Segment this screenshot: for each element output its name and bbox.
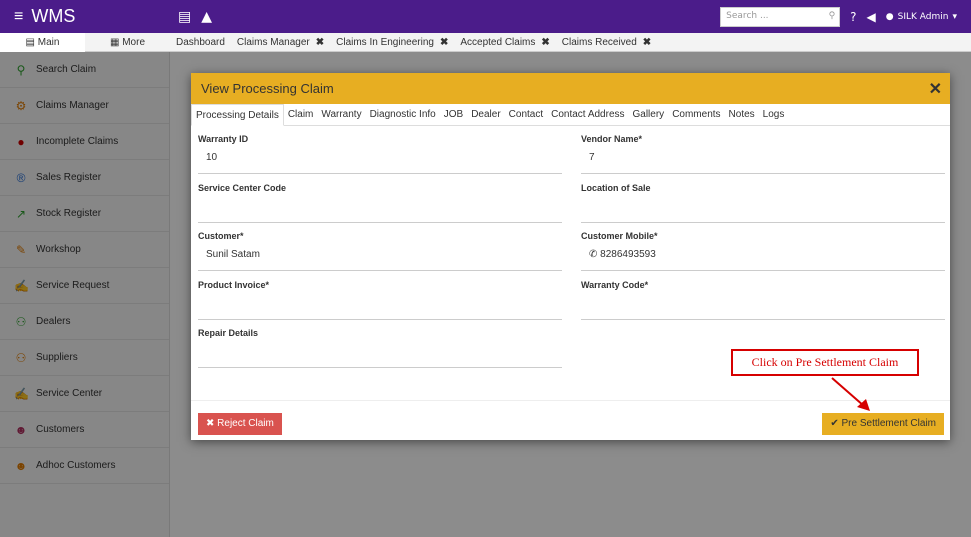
warranty-code-field: Warranty Code* [581,280,945,320]
modal-tabs: Processing Details Claim Warranty Diagno… [191,103,950,126]
field-label: Vendor Name* [581,134,643,144]
caret-down-icon: ▾ [952,11,957,22]
tab-dashboard[interactable]: Dashboard [170,37,231,48]
close-icon[interactable]: ✕ [929,79,942,99]
annotation-arrow [831,377,870,411]
tab-claim[interactable]: Claim [284,104,318,126]
warranty-id-input[interactable]: 10 [198,152,562,174]
field-label: Product Invoice* [198,280,270,290]
annotation-callout: Click on Pre Settlement Claim [731,349,919,376]
close-icon[interactable]: ✖ [316,37,324,48]
customer-input[interactable]: Sunil Satam [198,249,562,271]
repair-details-field: Repair Details [198,328,562,368]
brand-title: WMS [31,6,76,26]
customer-field: Customer* Sunil Satam [198,231,562,271]
phone-icon: ✆ [589,249,601,260]
top-navbar: ≡ WMS ▤ ▲ Search ... ⚲ ? ◀ ● SILK Admin … [0,0,971,33]
field-label: Repair Details [198,328,259,338]
help-icon[interactable]: ? [850,10,856,24]
vendor-name-field: Vendor Name* 7 [581,134,945,174]
close-icon[interactable]: ✖ [643,37,651,48]
field-label: Service Center Code [198,183,287,193]
search-icon[interactable]: ⚲ [829,11,836,21]
announcement-icon[interactable]: ◀ [867,10,876,24]
tab-comments[interactable]: Comments [668,104,724,126]
customer-mobile-field: Customer Mobile* ✆ 8286493593 [581,231,945,271]
user-name: SILK Admin [897,11,949,22]
repair-details-input[interactable] [198,346,562,368]
menu-icon[interactable]: ≡ [14,8,23,26]
service-center-code-field: Service Center Code [198,183,562,223]
warning-icon[interactable]: ▲ [201,9,212,25]
field-label: Customer* [198,231,244,241]
modal-title: View Processing Claim [201,81,334,96]
user-menu[interactable]: ● SILK Admin ▾ [886,12,957,22]
tab-job[interactable]: JOB [440,104,467,126]
close-icon[interactable]: ✖ [541,37,549,48]
product-invoice-input[interactable] [198,298,562,320]
product-invoice-field: Product Invoice* [198,280,562,320]
field-label: Warranty ID [198,134,249,144]
search-placeholder: Search ... [726,10,769,21]
tab-more[interactable]: ▦ More [85,33,170,52]
tab-main[interactable]: ▤ Main [0,32,85,52]
tab-gallery[interactable]: Gallery [629,104,669,126]
tab-notes[interactable]: Notes [725,104,759,126]
tab-claims-in-engineering[interactable]: Claims In Engineering ✖ [330,37,454,48]
tab-claims-manager[interactable]: Claims Manager ✖ [231,37,330,48]
tab-accepted-claims[interactable]: Accepted Claims ✖ [454,37,555,48]
warranty-id-field: Warranty ID 10 [198,134,562,174]
pre-settlement-claim-button[interactable]: ✔ Pre Settlement Claim [822,413,944,435]
location-of-sale-input[interactable] [581,201,945,223]
tab-processing-details[interactable]: Processing Details [191,103,284,126]
tab-warranty[interactable]: Warranty [317,104,365,126]
tab-diagnostic-info[interactable]: Diagnostic Info [366,104,440,126]
customer-mobile-input[interactable]: ✆ 8286493593 [581,249,945,271]
document-icon[interactable]: ▤ [178,9,191,25]
tab-bar: ▤ Main ▦ More Dashboard Claims Manager ✖ … [0,32,971,52]
tab-contact-address[interactable]: Contact Address [547,104,628,126]
warranty-code-input[interactable] [581,298,945,320]
field-label: Warranty Code* [581,280,649,290]
check-icon: ✔ [830,418,842,429]
reject-claim-button[interactable]: ✖ Reject Claim [198,413,282,435]
times-icon: ✖ [206,418,218,429]
field-label: Location of Sale [581,183,651,193]
field-label: Customer Mobile* [581,231,658,241]
user-icon: ● [885,11,894,22]
vendor-name-input[interactable]: 7 [581,152,945,174]
close-icon[interactable]: ✖ [440,37,448,48]
tab-dealer[interactable]: Dealer [467,104,504,126]
location-of-sale-field: Location of Sale [581,183,945,223]
modal-header: View Processing Claim ✕ [191,73,950,104]
tab-logs[interactable]: Logs [759,104,789,126]
customer-mobile-value: 8286493593 [600,249,656,260]
brand[interactable]: ≡ WMS [0,6,170,27]
tab-contact[interactable]: Contact [505,104,547,126]
global-search-input[interactable]: Search ... ⚲ [720,6,841,27]
service-center-code-input[interactable] [198,201,562,223]
tab-claims-received[interactable]: Claims Received ✖ [556,37,657,48]
